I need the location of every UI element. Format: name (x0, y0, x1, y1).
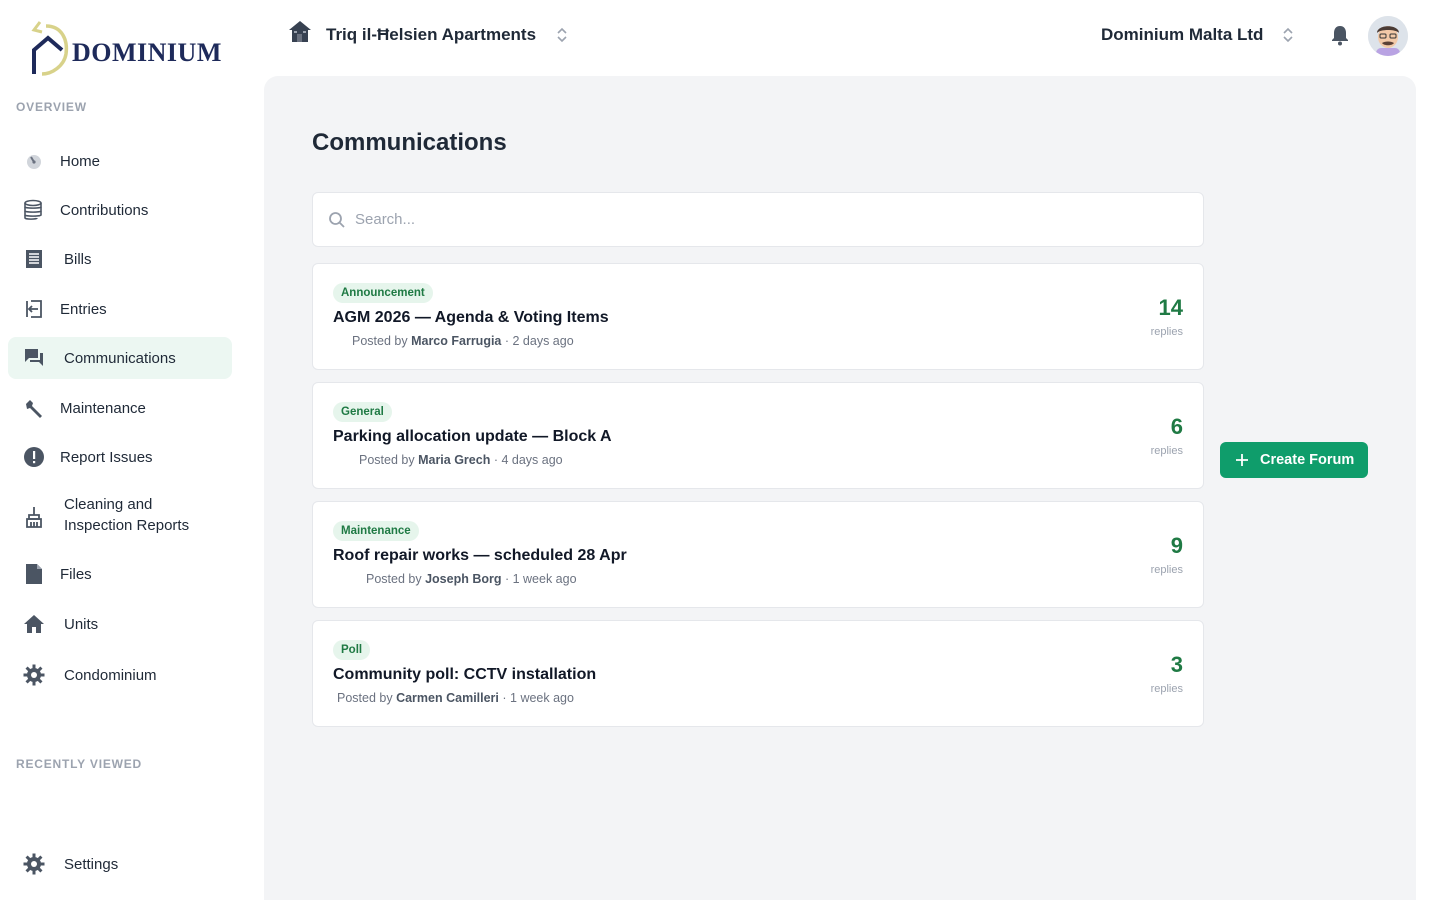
post-meta: Posted by Marco Farrugia · 2 days ago (352, 334, 574, 348)
sidebar-item-cleaning-reports[interactable]: Cleaning and Inspection Reports (8, 490, 232, 544)
logo-mark-icon (31, 21, 69, 76)
post-time: · 1 week ago (502, 691, 574, 705)
sidebar-item-label: Bills (64, 250, 92, 268)
search-input[interactable] (355, 193, 1175, 246)
settings-gear-icon (22, 852, 46, 876)
file-icon (22, 562, 46, 586)
post-time: · 1 week ago (504, 572, 577, 586)
post-time: · 2 days ago (504, 334, 574, 348)
forum-card[interactable]: General Parking allocation update — Bloc… (312, 382, 1204, 489)
category-badge: Maintenance (333, 521, 419, 541)
forum-title[interactable]: Roof repair works — scheduled 28 Apr (333, 547, 627, 565)
building-icon (286, 18, 314, 51)
sidebar-item-home[interactable]: Home (8, 140, 232, 182)
broom-icon (22, 505, 46, 529)
forum-card[interactable]: Poll Community poll: CCTV installation P… (312, 620, 1204, 727)
home-icon (22, 612, 46, 636)
sidebar-item-label: Contributions (60, 201, 149, 219)
category-badge: Poll (333, 640, 371, 660)
posted-by-label: Posted by (337, 691, 393, 705)
sidebar-item-entries[interactable]: Entries (8, 288, 232, 330)
wrench-icon (22, 396, 46, 420)
post-meta: Posted by Joseph Borg · 1 week ago (366, 572, 577, 586)
post-time: · 4 days ago (493, 453, 563, 467)
replies-label: replies (1150, 326, 1183, 338)
organization-name[interactable]: Dominium Malta Ltd (1101, 25, 1263, 45)
sidebar-item-condominium[interactable]: Condominium (8, 654, 232, 696)
posted-by-label: Posted by (366, 572, 422, 586)
forum-title[interactable]: Parking allocation update — Block A (333, 428, 612, 446)
reply-count: 6 (1170, 414, 1183, 439)
page-title: Communications (312, 129, 507, 156)
entry-icon (22, 297, 46, 321)
organization-chevron-updown-icon[interactable] (1281, 26, 1295, 44)
create-forum-label: Create Forum (1260, 452, 1355, 468)
author-name: Joseph Borg (425, 572, 502, 586)
plus-icon (1236, 454, 1248, 466)
sidebar-item-communications[interactable]: Communications (8, 337, 232, 379)
sidebar-item-label: Entries (60, 300, 107, 318)
brand-logo[interactable]: Dominium (28, 20, 222, 76)
category-badge: General (333, 402, 392, 422)
posted-by-label: Posted by (359, 453, 415, 467)
author-name: Maria Grech (418, 453, 491, 467)
main-panel: Communications Announcement AGM 2026 — A… (264, 76, 1416, 900)
user-avatar[interactable] (1368, 16, 1408, 56)
forum-card[interactable]: Announcement AGM 2026 — Agenda & Voting … (312, 263, 1204, 370)
bell-icon[interactable] (1330, 24, 1350, 46)
sidebar-item-label: Cleaning and Inspection Reports (64, 496, 190, 534)
property-chevron-updown-icon[interactable] (555, 26, 569, 44)
replies-label: replies (1150, 445, 1183, 457)
sidebar-item-label: Home (60, 152, 101, 170)
sidebar-item-label: Files (60, 565, 92, 583)
reply-count: 3 (1170, 652, 1183, 677)
author-name: Carmen Camilleri (396, 691, 499, 705)
forum-title[interactable]: AGM 2026 — Agenda & Voting Items (333, 309, 609, 327)
author-name: Marco Farrugia (411, 334, 502, 348)
search-box[interactable] (312, 192, 1204, 247)
sidebar-item-bills[interactable]: Bills (8, 238, 232, 280)
property-switcher[interactable] (286, 18, 314, 51)
forum-title[interactable]: Community poll: CCTV installation (333, 666, 596, 684)
brand-name: Dominium (72, 38, 222, 67)
replies-label: replies (1150, 683, 1183, 695)
replies-label: replies (1150, 564, 1183, 576)
sidebar-item-label: Settings (64, 855, 119, 873)
coins-icon (22, 198, 46, 222)
chat-icon (22, 346, 46, 370)
sidebar-item-label: Report Issues (60, 448, 153, 466)
sidebar: Dominium OVERVIEW Home Contributions Bil… (0, 0, 240, 900)
category-badge: Announcement (333, 283, 433, 303)
sidebar-item-label: Communications (64, 349, 176, 367)
create-forum-button[interactable]: Create Forum (1220, 442, 1368, 478)
sidebar-item-label: Maintenance (60, 399, 146, 417)
recently-viewed-label: RECENTLY VIEWED (16, 757, 143, 771)
post-meta: Posted by Maria Grech · 4 days ago (359, 453, 563, 467)
overview-section-label: OVERVIEW (16, 100, 87, 114)
search-icon (329, 212, 345, 228)
gear-icon (22, 663, 46, 687)
sidebar-item-files[interactable]: Files (8, 553, 232, 595)
dashboard-icon (22, 149, 46, 173)
post-meta: Posted by Carmen Camilleri · 1 week ago (337, 691, 574, 705)
sidebar-item-label: Condominium (64, 666, 157, 684)
sidebar-item-maintenance[interactable]: Maintenance (8, 387, 232, 429)
sidebar-item-contributions[interactable]: Contributions (8, 189, 232, 231)
sidebar-item-units[interactable]: Units (8, 603, 232, 645)
sidebar-item-label: Units (64, 615, 99, 633)
receipt-icon (22, 247, 46, 271)
sidebar-item-settings[interactable]: Settings (8, 843, 232, 885)
posted-by-label: Posted by (352, 334, 408, 348)
sidebar-item-report-issues[interactable]: Report Issues (8, 436, 232, 478)
forum-card[interactable]: Maintenance Roof repair works — schedule… (312, 501, 1204, 608)
property-name[interactable]: Triq il-Ħelsien Apartments (326, 25, 536, 45)
reply-count: 14 (1158, 295, 1183, 320)
reply-count: 9 (1170, 533, 1183, 558)
alert-icon (22, 445, 46, 469)
